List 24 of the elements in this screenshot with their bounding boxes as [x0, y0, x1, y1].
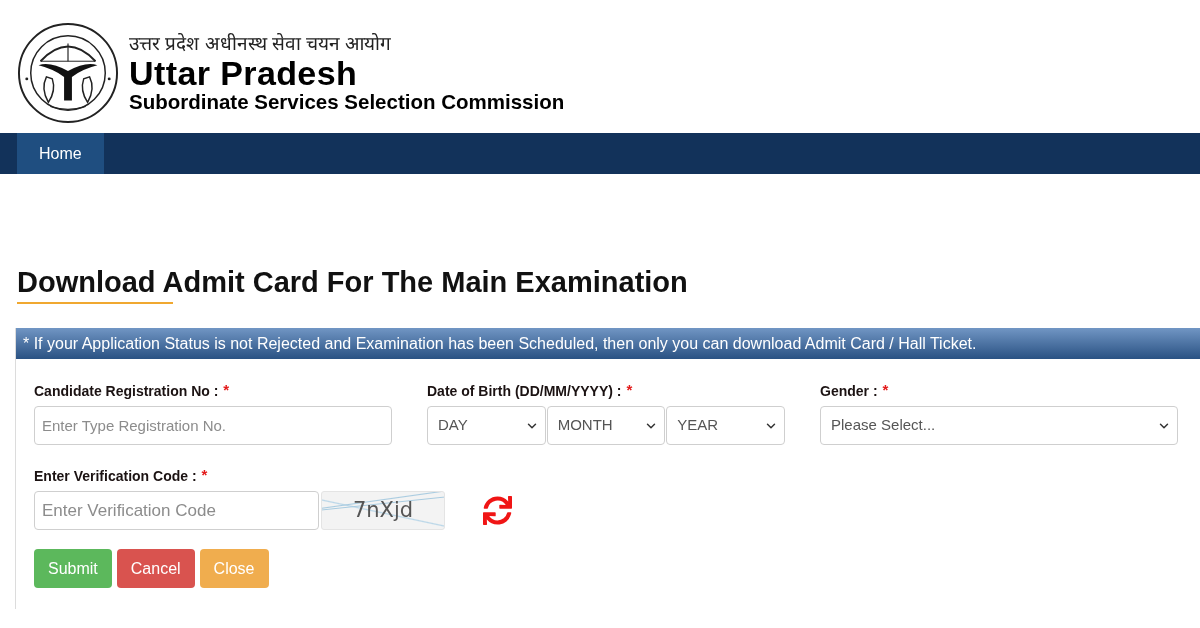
dropdown[interactable]: YEAR	[666, 406, 785, 445]
field-label: Date of Birth (DD/MM/YYYY) :	[427, 382, 622, 400]
site-subtitle: Subordinate Services Selection Commission	[129, 90, 565, 114]
required-mark: *	[223, 382, 230, 398]
required-mark: *	[626, 382, 633, 398]
form-button[interactable]: Cancel	[116, 549, 195, 588]
dropdown[interactable]: Please Select...	[820, 406, 1178, 445]
dropdown[interactable]: MONTH	[546, 406, 666, 445]
required-mark: *	[201, 467, 208, 483]
nav-tab[interactable]: Home	[17, 133, 104, 174]
refresh-button[interactable]	[483, 495, 512, 526]
field-label: Enter Verification Code :	[34, 467, 197, 485]
required-mark: *	[882, 382, 889, 398]
dropdown[interactable]: DAY	[427, 406, 546, 445]
verification-code-field[interactable]: Enter Verification Code	[34, 491, 319, 530]
hindi-title: उत्तर प्रदेश अधीनस्थ सेवा चयन आयोग	[129, 32, 393, 56]
registration-field[interactable]: Enter Type Registration No.	[34, 406, 392, 445]
refresh-icon	[483, 496, 512, 525]
field-label: Gender :	[820, 382, 878, 400]
captcha-text: 7nXjd	[352, 496, 414, 524]
notice-text: * If your Application Status is not Rejected and Examination has been Scheduled, then only you can download Admit Card / Hall Ticket.	[23, 333, 977, 354]
site-title: Uttar Pradesh	[129, 56, 359, 90]
field-label: Candidate Registration No :	[34, 382, 219, 400]
page-heading: Download Admit Card For The Main Examination	[17, 266, 688, 298]
